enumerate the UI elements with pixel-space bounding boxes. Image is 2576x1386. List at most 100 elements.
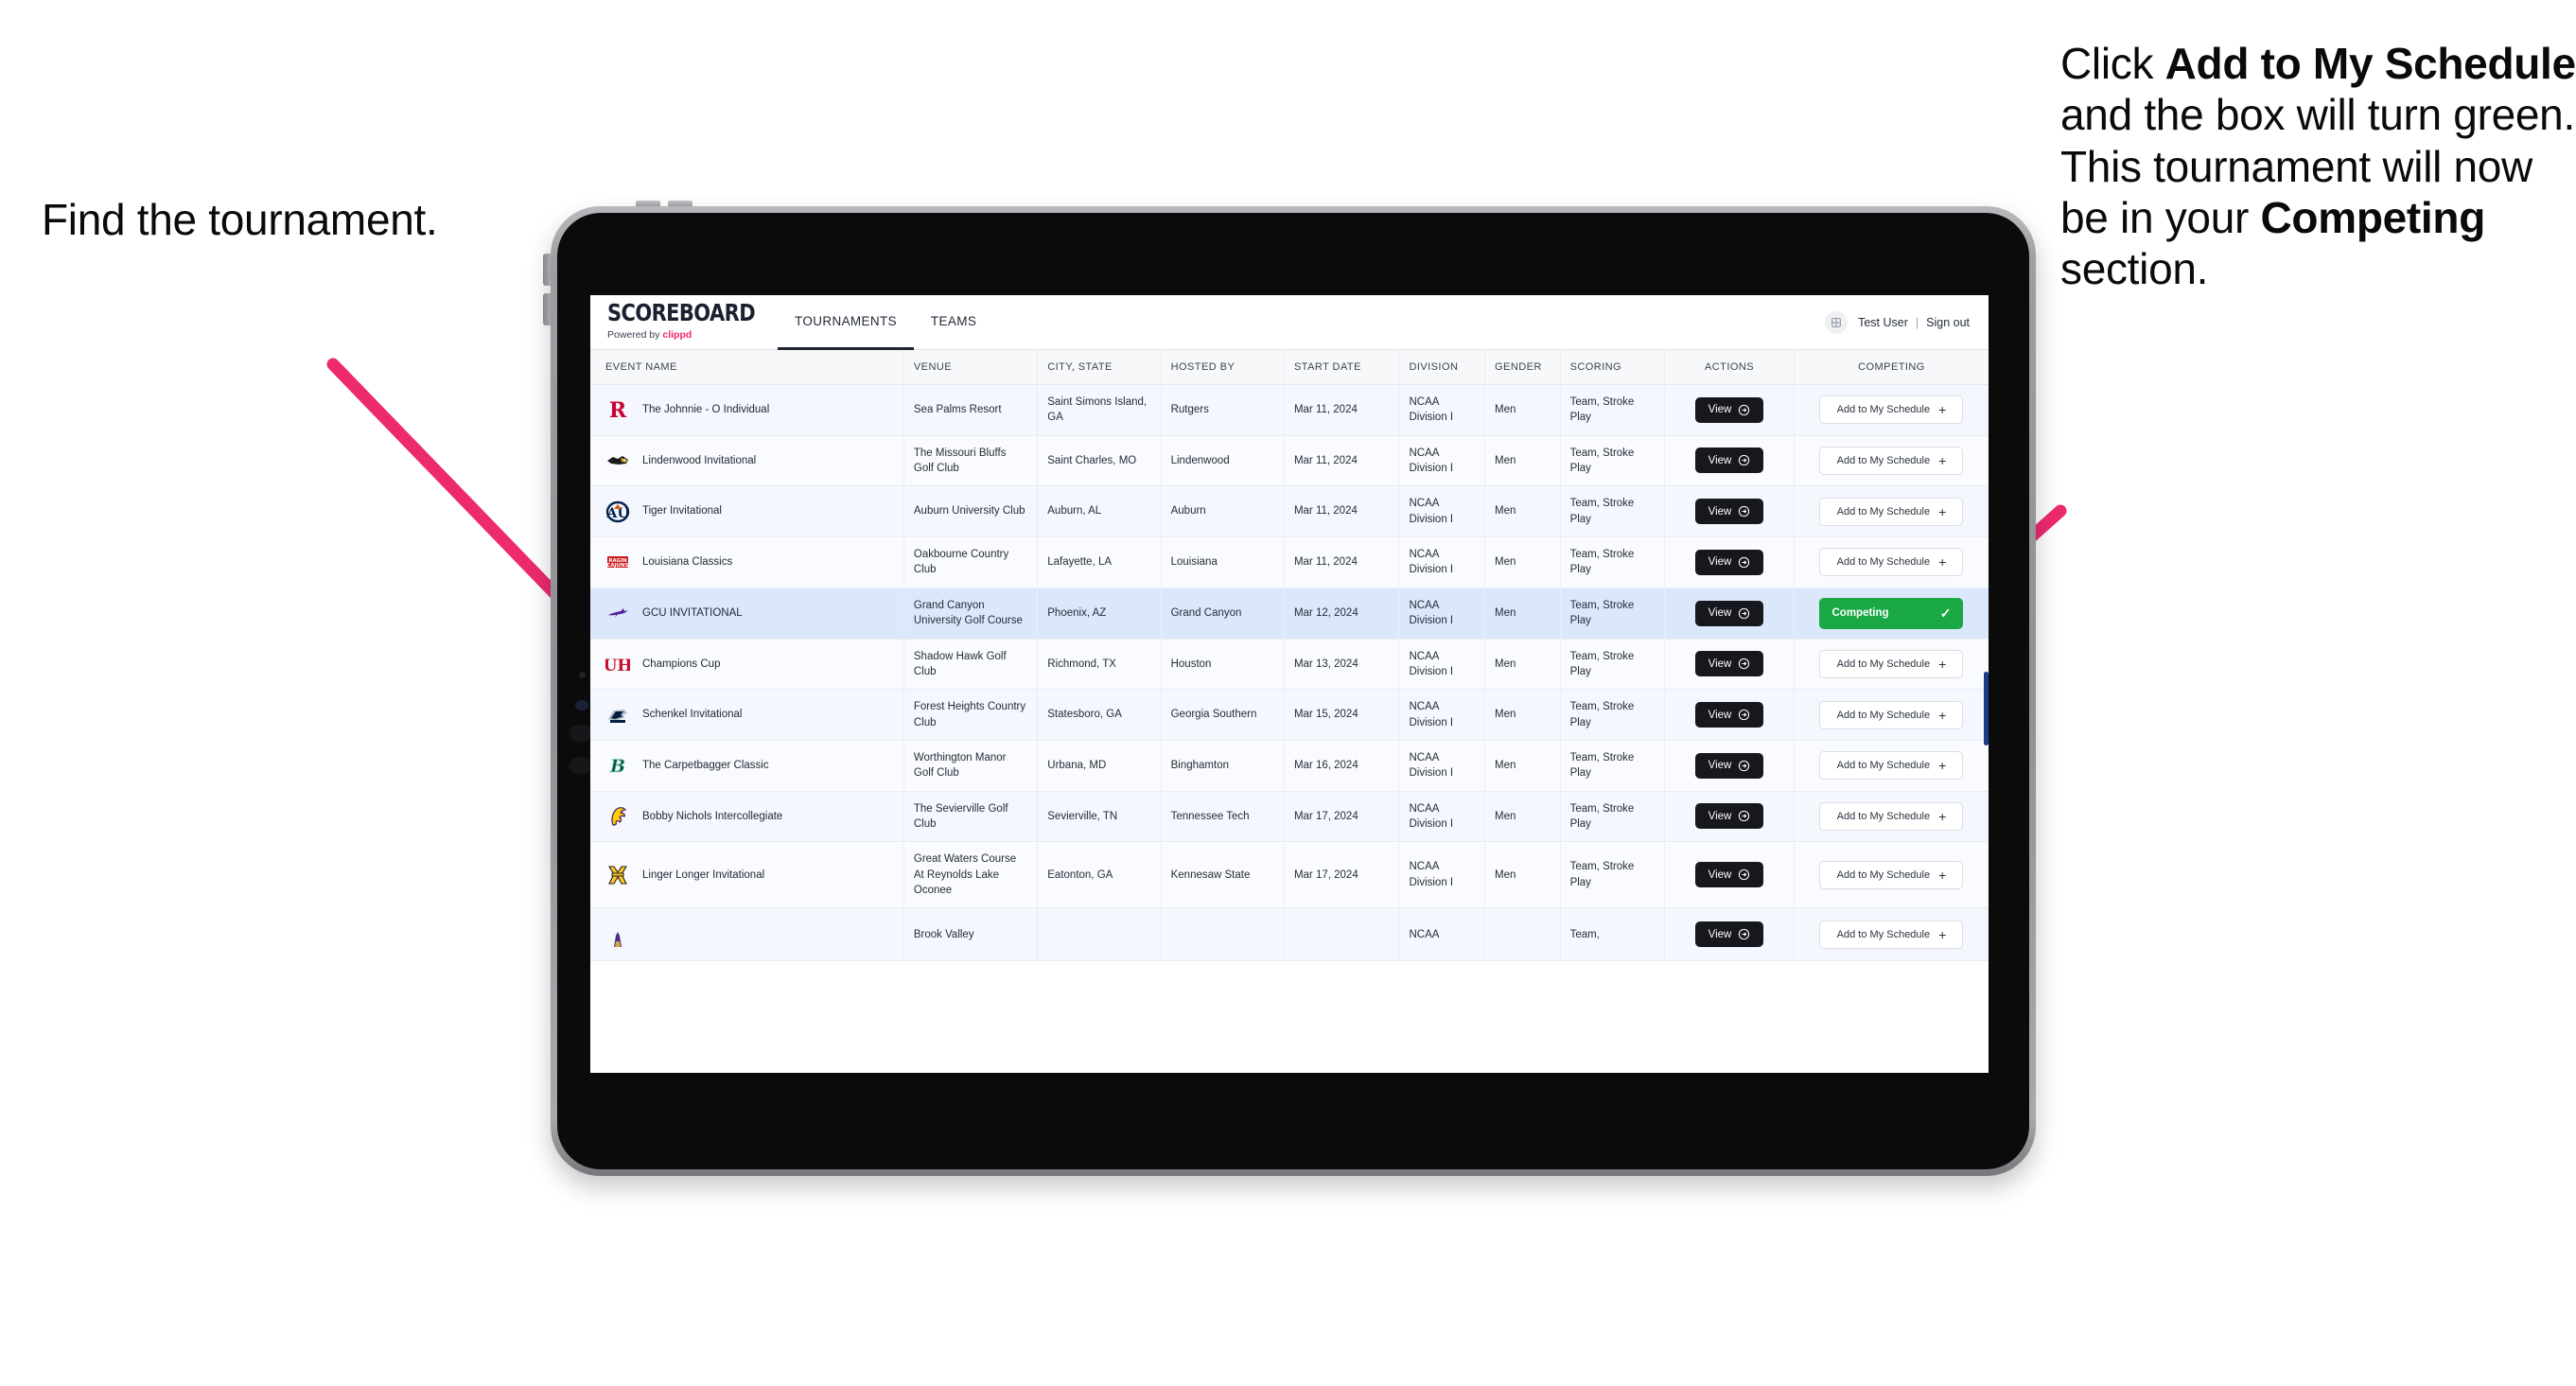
table-body: R The Johnnie - O Individual Sea Palms Res… (590, 384, 1989, 962)
annotation-left-text: Find the tournament. (42, 195, 438, 244)
cell-event-name (590, 907, 904, 962)
table-row[interactable]: UH Champions Cup Shadow Hawk Golf Club Rich… (590, 639, 1989, 691)
annotation-right-part-4: section. (2060, 244, 2209, 294)
page-root: Find the tournament. Click Add to My Sch… (0, 0, 2576, 1386)
tablet-sensor-icon (575, 700, 588, 711)
table-row[interactable]: R The Johnnie - O Individual Sea Palms Res… (590, 384, 1989, 436)
column-header-city-state[interactable]: CITY, STATE (1037, 350, 1162, 385)
event-name-label: Tiger Invitational (642, 505, 722, 518)
brand-logo[interactable]: SCOREBOARD Powered by clippd (607, 295, 778, 349)
column-header-competing: COMPETING (1794, 350, 1989, 385)
column-header-scoring[interactable]: SCORING (1560, 350, 1666, 385)
cell-actions: View (1664, 791, 1795, 843)
cell-venue: Auburn University Club (903, 485, 1039, 537)
add-to-my-schedule-button[interactable]: Add to My Schedule + (1819, 446, 1964, 475)
view-button[interactable]: View (1694, 921, 1764, 948)
table-row[interactable]: Lindenwood Invitational The Missouri Bluf… (590, 435, 1989, 487)
view-button[interactable]: View (1694, 499, 1764, 525)
cell-scoring: Team, Stroke Play (1560, 536, 1666, 588)
arrow-right-circle-icon (1738, 607, 1750, 620)
add-to-my-schedule-button[interactable]: Add to My Schedule + (1819, 751, 1964, 781)
cell-city-state: Statesboro, GA (1037, 689, 1162, 741)
view-button[interactable]: View (1694, 752, 1764, 779)
tab-teams[interactable]: TEAMS (914, 295, 993, 350)
cell-event-name: B The Carpetbagger Classic (590, 740, 904, 792)
cell-venue: Shadow Hawk Golf Club (903, 639, 1039, 691)
table-row[interactable]: B The Carpetbagger Classic Worthington Man… (590, 740, 1989, 792)
add-to-my-schedule-button[interactable]: Add to My Schedule + (1819, 801, 1964, 831)
table-row[interactable]: Linger Longer Invitational Great Waters C… (590, 841, 1989, 909)
tab-tournaments[interactable]: TOURNAMENTS (778, 295, 914, 350)
svg-text:UH: UH (605, 657, 630, 675)
cell-event-name: Linger Longer Invitational (590, 841, 904, 909)
view-button[interactable]: View (1694, 702, 1764, 728)
cell-venue: Grand Canyon University Golf Course (903, 588, 1039, 640)
column-header-start-date[interactable]: START DATE (1284, 350, 1400, 385)
add-to-my-schedule-label: Add to My Schedule (1836, 454, 1931, 466)
cell-actions: View (1664, 588, 1795, 640)
column-header-division[interactable]: DIVISION (1398, 350, 1486, 385)
cell-actions: View (1664, 689, 1795, 741)
table-row[interactable]: GCU INVITATIONAL Grand Canyon University … (590, 588, 1989, 640)
cell-hosted-by: Lindenwood (1161, 435, 1285, 487)
view-button[interactable]: View (1694, 803, 1764, 830)
add-to-my-schedule-label: Add to My Schedule (1836, 404, 1931, 416)
view-button[interactable]: View (1694, 447, 1764, 474)
tournaments-table-container[interactable]: EVENT NAME VENUE CITY, STATE HOSTED BY S… (590, 350, 1989, 1073)
cell-hosted-by: Grand Canyon (1161, 588, 1285, 640)
cell-actions: View (1664, 639, 1795, 691)
tennessee-tech-logo (605, 804, 630, 829)
column-header-hosted-by[interactable]: HOSTED BY (1161, 350, 1285, 385)
add-to-my-schedule-button[interactable]: Add to My Schedule + (1819, 860, 1964, 889)
cell-event-name: Schenkel Invitational (590, 689, 904, 741)
table-row[interactable]: Schenkel Invitational Forest Heights Coun… (590, 689, 1989, 741)
cell-event-name: R The Johnnie - O Individual (590, 384, 904, 436)
view-button[interactable]: View (1694, 862, 1764, 888)
table-row[interactable]: RAGIN CAJUNS Louisiana Classics Oakbourne C… (590, 536, 1989, 588)
cell-hosted-by: Binghamton (1161, 740, 1285, 792)
column-header-venue[interactable]: VENUE (903, 350, 1039, 385)
cell-start-date: Mar 11, 2024 (1284, 536, 1400, 588)
cell-actions: View (1664, 907, 1795, 962)
event-name-label: Louisiana Classics (642, 556, 733, 569)
cell-division: NCAA Division I (1398, 435, 1486, 487)
cell-hosted-by: Georgia Southern (1161, 689, 1285, 741)
add-to-my-schedule-label: Add to My Schedule (1836, 868, 1931, 881)
view-button[interactable]: View (1694, 600, 1764, 626)
brand-powered-prefix: Powered by (607, 329, 663, 342)
column-header-event-name[interactable]: EVENT NAME (590, 350, 904, 385)
table-row[interactable]: Brook Valley NCAA Team, View Add to My Sched… (590, 907, 1989, 962)
user-avatar-icon[interactable] (1825, 310, 1849, 334)
view-button[interactable]: View (1694, 549, 1764, 575)
add-to-my-schedule-button[interactable]: Add to My Schedule + (1819, 700, 1964, 729)
column-header-gender[interactable]: GENDER (1484, 350, 1561, 385)
view-button[interactable]: View (1694, 651, 1764, 677)
cell-event-name: UH Champions Cup (590, 639, 904, 691)
add-to-my-schedule-button[interactable]: Add to My Schedule + (1819, 497, 1964, 526)
event-name-label: The Carpetbagger Classic (642, 760, 769, 772)
cell-competing: Add to My Schedule + (1794, 907, 1989, 962)
event-name-label: Schenkel Invitational (642, 709, 743, 721)
brand-clippd-name: clippd (662, 329, 692, 342)
view-button-label: View (1708, 709, 1732, 721)
view-button[interactable]: View (1694, 396, 1764, 423)
competing-button[interactable]: Competing ✓ (1819, 597, 1964, 629)
cell-start-date (1284, 907, 1400, 962)
add-to-my-schedule-button[interactable]: Add to My Schedule + (1819, 920, 1964, 949)
table-row[interactable]: Bobby Nichols Intercollegiate The Sevierv… (590, 791, 1989, 843)
cell-actions: View (1664, 536, 1795, 588)
cell-hosted-by (1161, 907, 1285, 962)
cell-competing: Add to My Schedule + (1794, 841, 1989, 909)
cell-division: NCAA Division I (1398, 791, 1486, 843)
add-to-my-schedule-button[interactable]: Add to My Schedule + (1819, 395, 1964, 425)
add-to-my-schedule-button[interactable]: Add to My Schedule + (1819, 548, 1964, 577)
cell-gender: Men (1484, 639, 1561, 691)
vertical-scrollbar[interactable] (1984, 672, 1989, 746)
table-row[interactable]: AU Tiger Invitational Auburn University Cl… (590, 485, 1989, 537)
svg-text:CAJUNS: CAJUNS (607, 563, 629, 569)
add-to-my-schedule-button[interactable]: Add to My Schedule + (1819, 649, 1964, 678)
partial-logo (605, 922, 630, 947)
sign-out-link[interactable]: Sign out (1926, 316, 1970, 329)
cell-actions: View (1664, 435, 1795, 487)
cell-start-date: Mar 13, 2024 (1284, 639, 1400, 691)
